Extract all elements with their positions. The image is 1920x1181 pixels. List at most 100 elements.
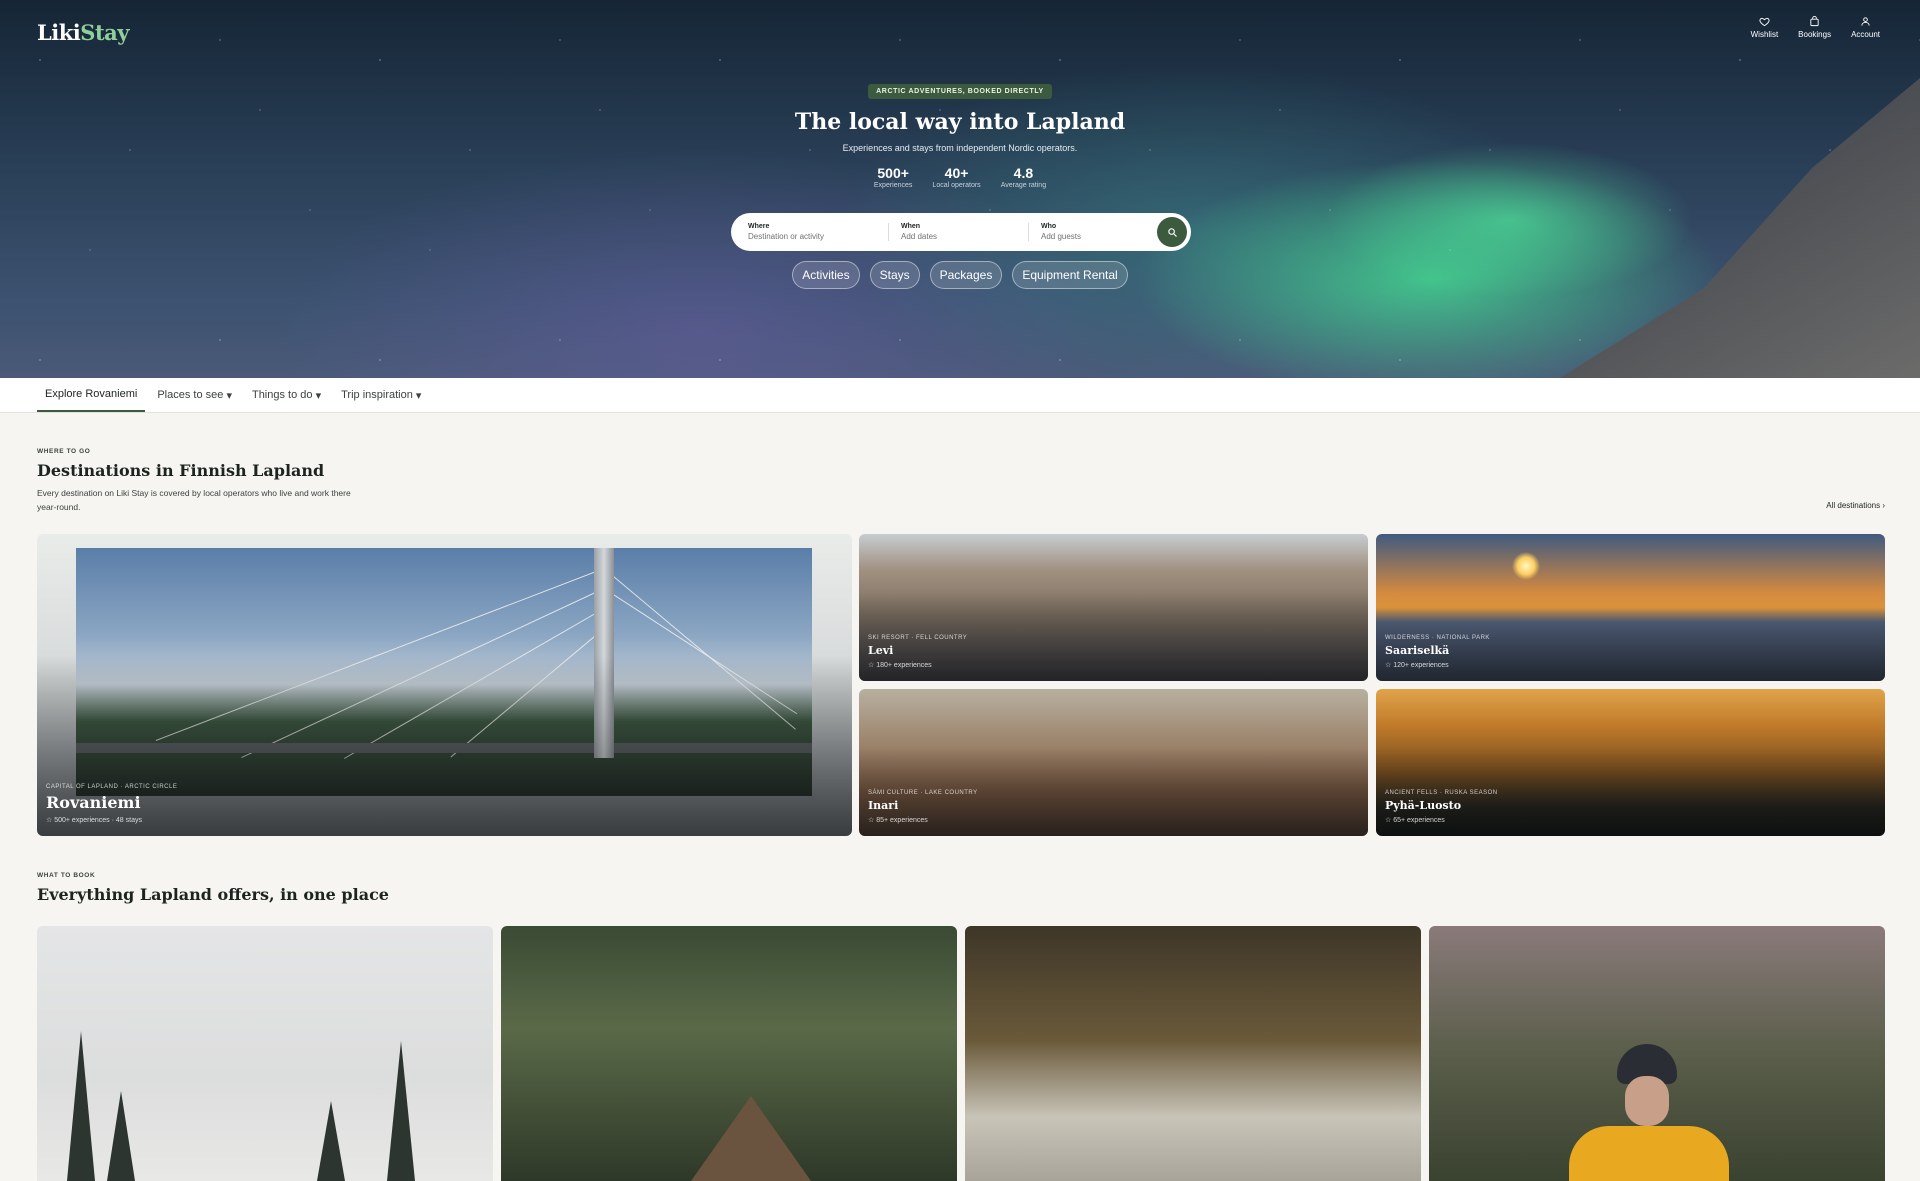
section-title: Everything Lapland offers, in one place <box>37 885 389 904</box>
card-meta: SÁMI CULTURE · LAKE COUNTRY Inari ☆ 85+ … <box>868 790 978 824</box>
card-meta: ANCIENT FELLS · RUSKA SEASON Pyhä-Luosto… <box>1385 790 1498 824</box>
subnav-label: Things to do <box>251 389 313 401</box>
destination-card-rovaniemi[interactable]: CAPITAL OF LAPLAND · ARCTIC CIRCLE Rovan… <box>37 534 852 836</box>
stat-rating: 4.8 Average rating <box>1001 165 1046 189</box>
chip-equipment-rental[interactable]: Equipment Rental <box>1012 261 1128 289</box>
where-label: Where <box>748 223 770 230</box>
rider-face <box>1625 1076 1669 1126</box>
card-name: Saariselkä <box>1385 644 1450 657</box>
destination-card-pyha-luosto[interactable]: ANCIENT FELLS · RUSKA SEASON Pyhä-Luosto… <box>1376 689 1885 836</box>
bag-icon <box>1810 16 1819 27</box>
destination-card-saariselka[interactable]: WILDERNESS · NATIONAL PARK Saariselkä ☆ … <box>1376 534 1885 681</box>
user-icon <box>1861 17 1870 26</box>
stat-operators: 40+ Local operators <box>932 165 980 189</box>
card-name: Levi <box>868 644 894 657</box>
rider-jacket <box>1569 1126 1729 1181</box>
account-link[interactable]: Account <box>1851 16 1880 39</box>
destinations-header: WHERE TO GO Destinations in Finnish Lapl… <box>37 448 367 514</box>
heart-icon <box>1759 17 1770 27</box>
subnav-label: Places to see <box>157 389 224 401</box>
top-nav: Wishlist Bookings Account <box>1751 16 1880 39</box>
subnav-trip-inspiration[interactable]: Trip inspiration ▾ <box>333 378 429 412</box>
caret-down-icon: ▾ <box>226 389 232 402</box>
stat-label: Experiences <box>873 182 913 189</box>
hero-banner: LikiStay Wishlist Bookings Account ARCTI… <box>0 0 1920 378</box>
sub-nav: Explore Rovaniemi Places to see ▾ Things… <box>0 378 1920 413</box>
when-label: When <box>901 223 921 230</box>
caret-down-icon: ▾ <box>415 389 422 402</box>
section-title: Destinations in Finnish Lapland <box>37 461 325 480</box>
section-eyebrow: WHAT TO BOOK <box>37 872 96 879</box>
card-meta: CAPITAL OF LAPLAND · ARCTIC CIRCLE Rovan… <box>46 784 177 824</box>
hero-stats: 500+ Experiences 40+ Local operators 4.8… <box>874 165 1046 189</box>
search-bar: Where Destination or activity When Add d… <box>731 213 1191 251</box>
section-eyebrow: WHERE TO GO <box>37 448 91 455</box>
all-destinations-link[interactable]: All destinations › <box>1826 501 1885 510</box>
card-tag: ANCIENT FELLS · RUSKA SEASON <box>1385 790 1498 796</box>
search-button[interactable] <box>1157 217 1187 247</box>
card-name: Pyhä-Luosto <box>1385 799 1462 812</box>
logo[interactable]: LikiStay <box>37 20 129 45</box>
search-icon <box>1167 227 1177 237</box>
cabin-roof <box>691 1096 811 1181</box>
bookings-link[interactable]: Bookings <box>1798 16 1831 39</box>
category-chips: Activities Stays Packages Equipment Rent… <box>0 261 1920 289</box>
card-tag: SÁMI CULTURE · LAKE COUNTRY <box>868 790 978 796</box>
who-field[interactable]: Who Add guests <box>1028 223 1168 241</box>
subnav-things-to-do[interactable]: Things to do ▾ <box>244 378 329 412</box>
offer-tile-reindeer[interactable] <box>965 926 1421 1181</box>
where-placeholder: Destination or activity <box>748 232 825 241</box>
offers-header: WHAT TO BOOK Everything Lapland offers, … <box>37 872 389 904</box>
subnav-explore-rovaniemi[interactable]: Explore Rovaniemi <box>37 378 146 412</box>
account-label: Account <box>1851 30 1880 39</box>
hero-pill: ARCTIC ADVENTURES, BOOKED DIRECTLY <box>868 84 1052 99</box>
stat-experiences: 500+ Experiences <box>874 165 913 189</box>
card-name: Rovaniemi <box>46 793 141 812</box>
tree-shape <box>107 1091 135 1181</box>
card-meta: WILDERNESS · NATIONAL PARK Saariselkä ☆ … <box>1385 635 1490 669</box>
stat-value: 500+ <box>877 165 909 181</box>
wishlist-label: Wishlist <box>1750 30 1779 39</box>
destination-card-inari[interactable]: SÁMI CULTURE · LAKE COUNTRY Inari ☆ 85+ … <box>859 689 1368 836</box>
wishlist-link[interactable]: Wishlist <box>1750 16 1779 39</box>
stat-value: 4.8 <box>1013 165 1034 181</box>
card-count: ☆ 180+ experiences <box>868 662 932 669</box>
who-label: Who <box>1041 223 1057 230</box>
chip-packages[interactable]: Packages <box>929 261 1003 289</box>
chip-activities[interactable]: Activities <box>792 261 860 289</box>
tree-shape <box>387 1041 415 1181</box>
offer-tile-cabin[interactable] <box>501 926 957 1181</box>
destination-card-levi[interactable]: SKI RESORT · FELL COUNTRY Levi ☆ 180+ ex… <box>859 534 1368 681</box>
card-count: ☆ 120+ experiences <box>1385 662 1449 669</box>
card-count: ☆ 85+ experiences <box>868 817 928 824</box>
stat-label: Local operators <box>932 182 981 189</box>
who-placeholder: Add guests <box>1041 232 1082 241</box>
stat-label: Average rating <box>1000 182 1047 189</box>
card-count: ☆ 65+ experiences <box>1385 817 1445 824</box>
when-field[interactable]: When Add dates <box>888 223 1028 241</box>
section-description: Every destination on Liki Stay is covere… <box>37 488 351 512</box>
subnav-label: Explore Rovaniemi <box>45 388 138 400</box>
stat-value: 40+ <box>944 165 969 181</box>
offer-tile-winter[interactable] <box>37 926 493 1181</box>
bookings-label: Bookings <box>1798 30 1832 39</box>
card-name: Inari <box>868 799 899 812</box>
subnav-label: Trip inspiration <box>341 389 413 401</box>
subnav-places-to-see[interactable]: Places to see ▾ <box>149 378 240 412</box>
tree-shape <box>317 1101 345 1181</box>
logo-text-main: Liki <box>37 20 81 45</box>
card-tag: SKI RESORT · FELL COUNTRY <box>868 635 968 641</box>
logo-text-accent: Stay <box>80 20 129 45</box>
starfield <box>0 0 1920 378</box>
card-tag: CAPITAL OF LAPLAND · ARCTIC CIRCLE <box>46 784 178 790</box>
hero-subtitle: Experiences and stays from independent N… <box>842 143 1078 153</box>
chip-stays[interactable]: Stays <box>869 261 920 289</box>
card-meta: SKI RESORT · FELL COUNTRY Levi ☆ 180+ ex… <box>868 635 967 669</box>
offer-tile-cycling[interactable] <box>1429 926 1885 1181</box>
card-tag: WILDERNESS · NATIONAL PARK <box>1385 635 1490 641</box>
caret-down-icon: ▾ <box>315 389 322 402</box>
when-placeholder: Add dates <box>901 232 938 241</box>
where-field[interactable]: Where Destination or activity <box>748 223 888 241</box>
hero-title: The local way into Lapland <box>794 109 1126 135</box>
hero-content: ARCTIC ADVENTURES, BOOKED DIRECTLY The l… <box>0 84 1920 189</box>
